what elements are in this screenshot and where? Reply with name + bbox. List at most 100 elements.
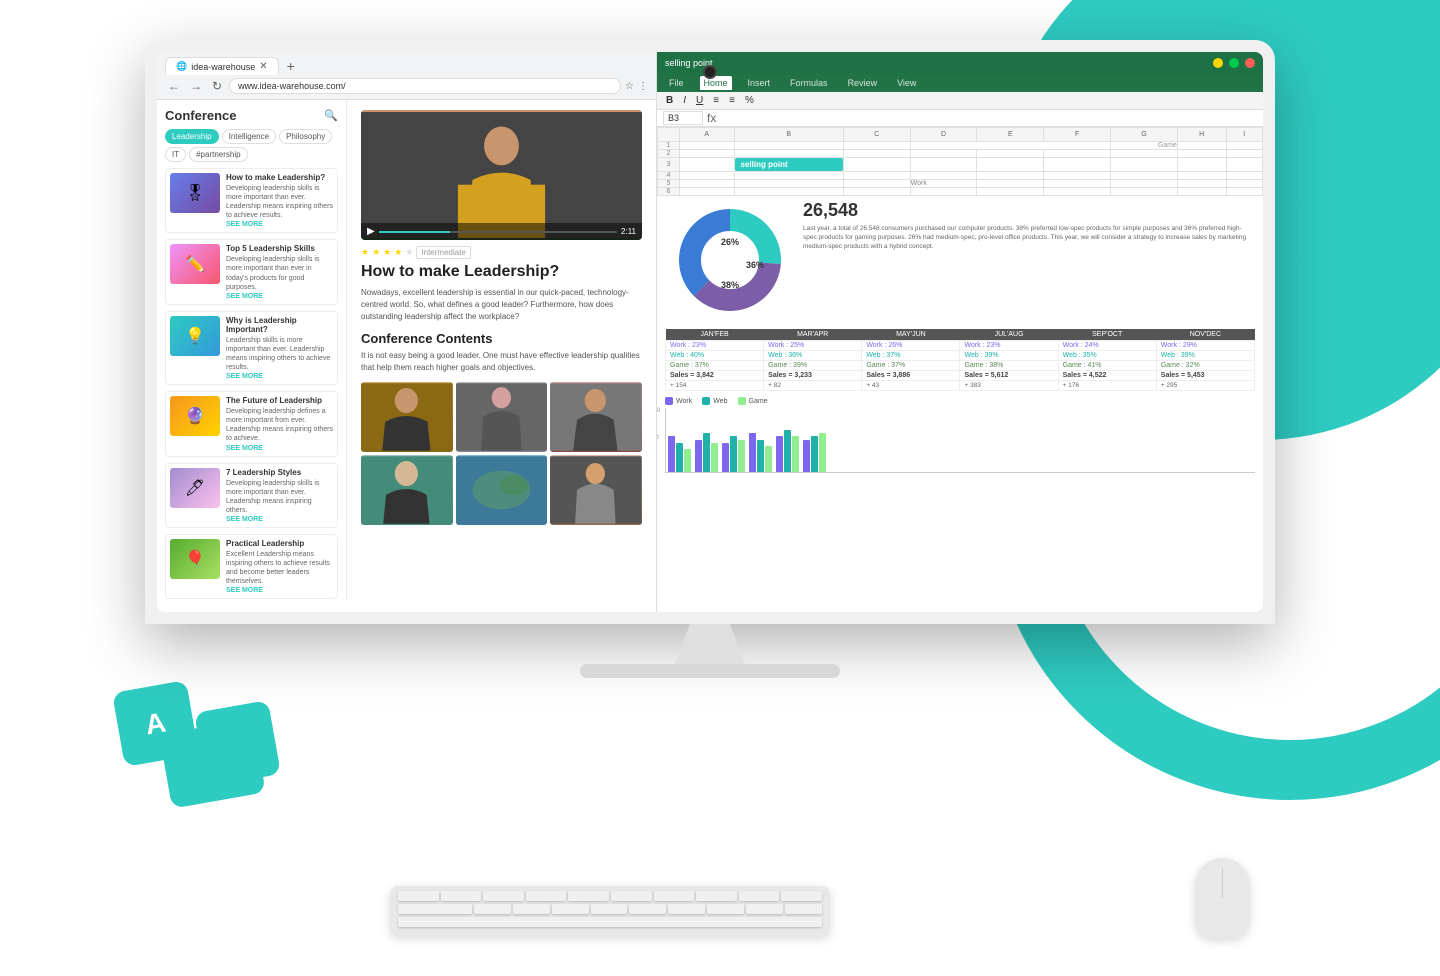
cell-h6[interactable] bbox=[1177, 188, 1226, 196]
bookmark-icon[interactable]: ☆ bbox=[625, 81, 634, 92]
align-left-btn[interactable]: ≡ bbox=[710, 94, 722, 107]
minimize-btn[interactable] bbox=[1213, 58, 1223, 68]
percent-btn[interactable]: % bbox=[742, 94, 757, 107]
cell-change-jul[interactable]: + 383 bbox=[960, 381, 1058, 391]
cell-work-mar[interactable]: Work : 25% bbox=[764, 341, 862, 351]
browser-tab[interactable]: 🌐 idea-warehouse ✕ bbox=[165, 57, 279, 75]
cell-h5[interactable] bbox=[1177, 180, 1226, 188]
cell-f4[interactable] bbox=[1044, 172, 1111, 180]
align-center-btn[interactable]: ≡ bbox=[726, 94, 738, 107]
video-play-btn[interactable]: ▶ bbox=[367, 226, 375, 237]
cell-game-jan[interactable]: Game : 37% bbox=[666, 361, 764, 371]
cell-g3[interactable] bbox=[1111, 158, 1178, 172]
cell-game-may[interactable]: Game : 37% bbox=[862, 361, 960, 371]
cell-work-jul[interactable]: Work : 23% bbox=[960, 341, 1058, 351]
cell-b4[interactable] bbox=[734, 172, 843, 180]
cell-g6[interactable] bbox=[1111, 188, 1178, 196]
filter-tag-it[interactable]: IT bbox=[165, 147, 186, 162]
new-tab-button[interactable]: + bbox=[283, 58, 299, 74]
col-header-c[interactable]: C bbox=[843, 128, 910, 142]
see-more-2[interactable]: SEE MORE bbox=[226, 293, 333, 300]
list-item[interactable]: 🔮 The Future of Leadership Developing le… bbox=[165, 391, 338, 456]
filter-tag-partnership[interactable]: #partnership bbox=[189, 147, 247, 162]
cell-h1[interactable] bbox=[1177, 142, 1226, 150]
cell-web-jul[interactable]: Web : 39% bbox=[960, 351, 1058, 361]
cell-i2[interactable] bbox=[1226, 150, 1263, 158]
cell-change-may[interactable]: + 43 bbox=[862, 381, 960, 391]
cell-sales-may[interactable]: Sales = 3,886 bbox=[862, 371, 960, 381]
filter-tag-intelligence[interactable]: Intelligence bbox=[222, 129, 276, 144]
see-more-6[interactable]: SEE MORE bbox=[226, 587, 333, 594]
cell-game-sep[interactable]: Game : 41% bbox=[1058, 361, 1156, 371]
cell-i4[interactable] bbox=[1226, 172, 1263, 180]
cell-h3[interactable] bbox=[1177, 158, 1226, 172]
cell-work-jan[interactable]: Work : 23% bbox=[666, 341, 764, 351]
address-bar[interactable]: www.idea-warehouse.com/ bbox=[229, 78, 621, 94]
ribbon-tab-file[interactable]: File bbox=[665, 76, 688, 90]
cell-i6[interactable] bbox=[1226, 188, 1263, 196]
cell-d6[interactable] bbox=[910, 188, 977, 196]
cell-a3[interactable] bbox=[679, 158, 734, 172]
tab-close-btn[interactable]: ✕ bbox=[259, 61, 267, 72]
cell-h4[interactable] bbox=[1177, 172, 1226, 180]
cell-c2[interactable] bbox=[843, 150, 910, 158]
cell-sales-nov[interactable]: Sales = 5,453 bbox=[1156, 371, 1254, 381]
list-item[interactable]: 🎈 Practical Leadership Excellent Leaders… bbox=[165, 534, 338, 599]
menu-icon[interactable]: ⋮ bbox=[638, 81, 648, 92]
cell-i1[interactable] bbox=[1226, 142, 1263, 150]
video-controls[interactable]: ▶ 2:11 bbox=[361, 223, 642, 240]
ribbon-tab-formulas[interactable]: Formulas bbox=[786, 76, 832, 90]
cell-sales-jan[interactable]: Sales = 3,842 bbox=[666, 371, 764, 381]
font-underline-btn[interactable]: U bbox=[693, 94, 706, 107]
back-button[interactable]: ← bbox=[165, 78, 183, 94]
cell-f3[interactable] bbox=[1044, 158, 1111, 172]
cell-d5[interactable]: Work bbox=[910, 180, 977, 188]
see-more-3[interactable]: SEE MORE bbox=[226, 373, 333, 380]
cell-c5[interactable] bbox=[843, 180, 910, 188]
cell-g1[interactable]: Game bbox=[1111, 142, 1178, 150]
col-header-h[interactable]: H bbox=[1177, 128, 1226, 142]
cell-web-may[interactable]: Web : 37% bbox=[862, 351, 960, 361]
cell-g4[interactable] bbox=[1111, 172, 1178, 180]
list-item[interactable]: 🎖 How to make Leadership? Developing lea… bbox=[165, 168, 338, 233]
cell-e6[interactable] bbox=[977, 188, 1044, 196]
ribbon-tab-insert[interactable]: Insert bbox=[744, 76, 775, 90]
cell-change-mar[interactable]: + 82 bbox=[764, 381, 862, 391]
cell-work-nov[interactable]: Work : 29% bbox=[1156, 341, 1254, 351]
cell-change-sep[interactable]: + 176 bbox=[1058, 381, 1156, 391]
cell-a5[interactable] bbox=[679, 180, 734, 188]
cell-e3[interactable] bbox=[977, 158, 1044, 172]
cell-sales-jul[interactable]: Sales = 5,612 bbox=[960, 371, 1058, 381]
cell-g5[interactable] bbox=[1111, 180, 1178, 188]
cell-i5[interactable] bbox=[1226, 180, 1263, 188]
cell-web-sep[interactable]: Web : 35% bbox=[1058, 351, 1156, 361]
cell-change-nov[interactable]: + 295 bbox=[1156, 381, 1254, 391]
list-item[interactable]: 🖊 7 Leadership Styles Developing leaders… bbox=[165, 463, 338, 528]
cell-c3[interactable] bbox=[843, 158, 910, 172]
font-italic-btn[interactable]: I bbox=[680, 94, 689, 107]
close-btn[interactable] bbox=[1245, 58, 1255, 68]
cell-work-may[interactable]: Work : 26% bbox=[862, 341, 960, 351]
filter-tag-philosophy[interactable]: Philosophy bbox=[279, 129, 332, 144]
col-header-g[interactable]: G bbox=[1111, 128, 1178, 142]
cell-web-nov[interactable]: Web : 39% bbox=[1156, 351, 1254, 361]
cell-a1[interactable] bbox=[679, 142, 734, 150]
cell-web-jan[interactable]: Web : 40% bbox=[666, 351, 764, 361]
ribbon-tab-home[interactable]: Home bbox=[700, 76, 732, 90]
cell-f2[interactable] bbox=[1044, 150, 1111, 158]
cell-d1[interactable] bbox=[910, 142, 1110, 150]
video-progress-bar[interactable] bbox=[379, 231, 617, 233]
cell-d4[interactable] bbox=[910, 172, 977, 180]
cell-c4[interactable] bbox=[843, 172, 910, 180]
cell-work-sep[interactable]: Work : 24% bbox=[1058, 341, 1156, 351]
cell-g2[interactable] bbox=[1111, 150, 1178, 158]
see-more-4[interactable]: SEE MORE bbox=[226, 445, 333, 452]
font-bold-btn[interactable]: B bbox=[663, 94, 676, 107]
cell-c6[interactable] bbox=[843, 188, 910, 196]
list-item[interactable]: 💡 Why is Leadership Important? Leadershi… bbox=[165, 311, 338, 385]
forward-button[interactable]: → bbox=[187, 78, 205, 94]
cell-b5[interactable] bbox=[734, 180, 843, 188]
cell-reference[interactable]: B3 bbox=[663, 111, 703, 125]
cell-e4[interactable] bbox=[977, 172, 1044, 180]
cell-h2[interactable] bbox=[1177, 150, 1226, 158]
